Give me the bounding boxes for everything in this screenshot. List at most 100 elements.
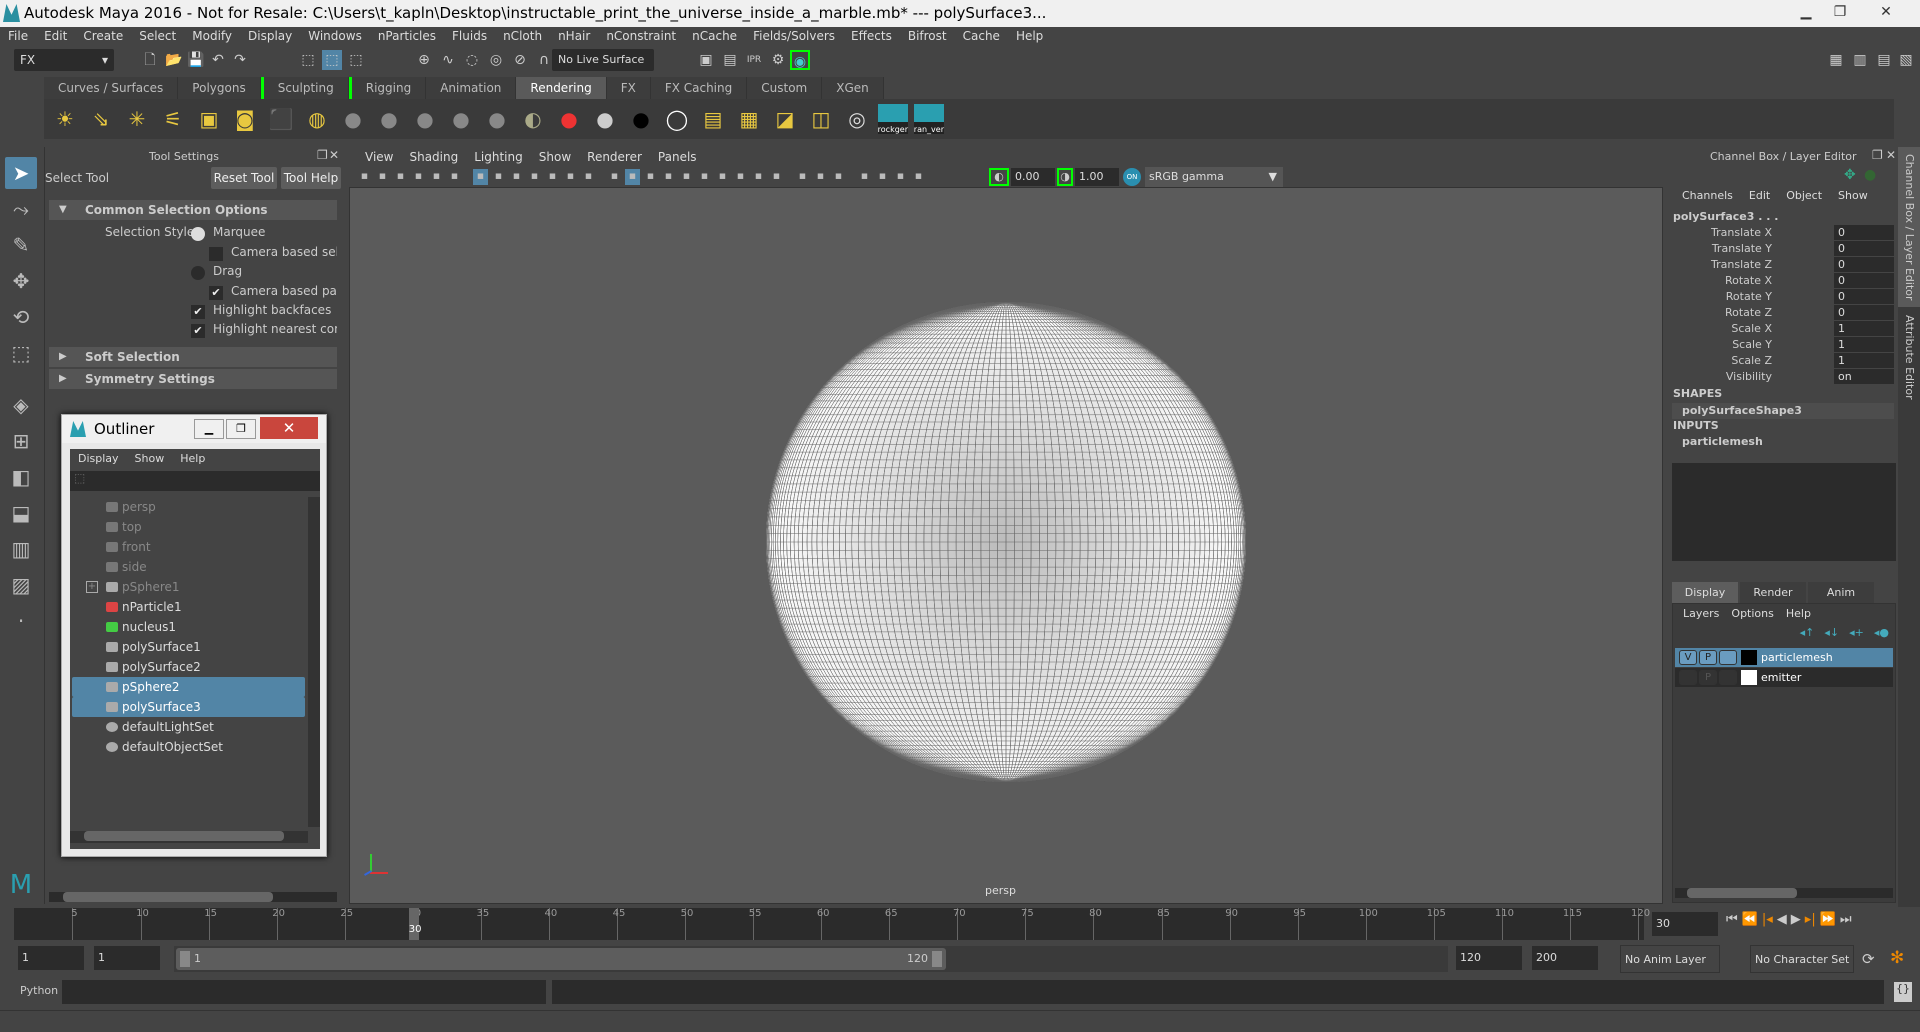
channel-menu-channels[interactable]: Channels bbox=[1674, 189, 1741, 202]
menu-nhair[interactable]: nHair bbox=[550, 27, 598, 46]
wireframe-icon[interactable]: ▪ bbox=[607, 169, 622, 185]
close-panel-icon[interactable]: ✕ bbox=[329, 148, 339, 162]
field-chart-icon[interactable]: ▪ bbox=[545, 169, 560, 185]
ambient-light-icon[interactable]: ☀ bbox=[50, 104, 80, 134]
menu-file[interactable]: File bbox=[0, 27, 36, 46]
attribute-editor-toggle-icon[interactable]: ▧ bbox=[1896, 50, 1916, 70]
textured-icon[interactable]: ▪ bbox=[661, 169, 676, 185]
wireframe-sphere[interactable] bbox=[350, 188, 1662, 903]
shelf-button-rockger[interactable]: rockger bbox=[878, 104, 908, 134]
lasso-tool-icon[interactable]: ⤳ bbox=[5, 193, 37, 225]
character-set-dropdown[interactable]: No Character Set bbox=[1750, 945, 1854, 973]
camera-based-selection-checkbox[interactable] bbox=[209, 247, 223, 261]
snap-point-icon[interactable]: ◌ bbox=[462, 50, 482, 70]
menu-help[interactable]: Help bbox=[1008, 27, 1051, 46]
menu-ncloth[interactable]: nCloth bbox=[495, 27, 550, 46]
layer-tab-render[interactable]: Render bbox=[1740, 582, 1806, 603]
anim-layer-dropdown[interactable]: No Anim Layer bbox=[1620, 945, 1720, 973]
outliner-item[interactable]: polySurface2 bbox=[72, 657, 305, 677]
ipr-icon[interactable]: IPR bbox=[744, 50, 764, 70]
layer-menu-help[interactable]: Help bbox=[1780, 604, 1817, 624]
select-component-icon[interactable]: ⬚ bbox=[346, 50, 366, 70]
marquee-radio[interactable] bbox=[191, 227, 205, 241]
resolution-gate-icon[interactable]: ▪ bbox=[509, 169, 524, 185]
workspace-icon[interactable]: ▦ bbox=[1826, 50, 1846, 70]
horizontal-scrollbar[interactable] bbox=[70, 831, 308, 843]
script-editor-icon[interactable]: {} bbox=[1894, 982, 1912, 1002]
outliner-item[interactable]: defaultLightSet bbox=[72, 717, 305, 737]
menu-create[interactable]: Create bbox=[75, 27, 131, 46]
layer-color-swatch[interactable] bbox=[1741, 650, 1757, 665]
attribute-value[interactable]: 0 bbox=[1834, 241, 1894, 256]
outliner-menu-help[interactable]: Help bbox=[172, 449, 213, 469]
tab-rigging[interactable]: Rigging bbox=[348, 77, 427, 99]
range-start-handle[interactable] bbox=[180, 951, 190, 967]
layer-playback-toggle[interactable]: P bbox=[1699, 650, 1717, 665]
go-to-start-icon[interactable]: ⏮ bbox=[1726, 912, 1738, 927]
menu-modify[interactable]: Modify bbox=[184, 27, 240, 46]
snap-surface-icon[interactable]: ⊘ bbox=[510, 50, 530, 70]
close-panel-icon[interactable]: ✕ bbox=[1886, 148, 1896, 162]
layer-name[interactable]: particlemesh bbox=[1761, 648, 1833, 667]
open-scene-icon[interactable]: 📂 bbox=[164, 50, 184, 70]
close-button[interactable]: ✕ bbox=[260, 417, 318, 439]
layer-row[interactable]: V Pparticlemesh bbox=[1675, 648, 1893, 667]
attribute-value[interactable]: on bbox=[1834, 369, 1894, 384]
menu-display[interactable]: Display bbox=[240, 27, 300, 46]
viewport-menu-shading[interactable]: Shading bbox=[401, 147, 466, 167]
tab-channel-box[interactable]: Channel Box / Layer Editor bbox=[1898, 147, 1920, 307]
render-current-icon[interactable]: ▤ bbox=[720, 50, 740, 70]
depth-of-field-icon[interactable]: ▪ bbox=[769, 169, 784, 185]
blinn-icon[interactable]: ● bbox=[338, 104, 368, 134]
outliner-item[interactable]: + pSphere1 bbox=[72, 577, 305, 597]
layer-menu-options[interactable]: Options bbox=[1725, 604, 1779, 624]
surface-shader-white-icon[interactable]: ● bbox=[590, 104, 620, 134]
current-frame-field[interactable]: 30 bbox=[1652, 912, 1718, 936]
channel-attribute[interactable]: Scale Y 1 bbox=[1668, 337, 1898, 353]
step-back-icon[interactable]: ⏪ bbox=[1742, 912, 1758, 927]
layer-playback-toggle[interactable]: P bbox=[1699, 670, 1717, 685]
gate-mask-icon[interactable]: ▪ bbox=[527, 169, 542, 185]
attribute-value[interactable]: 1 bbox=[1834, 337, 1894, 352]
hud-icon[interactable]: ▪ bbox=[911, 169, 926, 185]
scale-tool-icon[interactable]: ⬚ bbox=[5, 337, 37, 369]
outliner-item[interactable]: pSphere2 bbox=[72, 677, 305, 697]
channel-attribute[interactable]: Translate X 0 bbox=[1668, 225, 1898, 241]
rotate-tool-icon[interactable]: ⟲ bbox=[5, 301, 37, 333]
attribute-value[interactable]: 0 bbox=[1834, 225, 1894, 240]
soft-selection-section[interactable]: ▶ Soft Selection bbox=[49, 347, 337, 367]
menu-edit[interactable]: Edit bbox=[36, 27, 75, 46]
frame-all-icon[interactable]: ▪ bbox=[875, 169, 890, 185]
viewport-menu-renderer[interactable]: Renderer bbox=[579, 147, 650, 167]
menu-select[interactable]: Select bbox=[131, 27, 184, 46]
xray-joints-icon[interactable]: ▪ bbox=[813, 169, 828, 185]
new-layer-icon[interactable]: ◂+ bbox=[1849, 626, 1864, 639]
shape-item[interactable]: polySurfaceShape3 bbox=[1672, 403, 1894, 419]
single-perspective-layout-icon[interactable]: ◈ bbox=[5, 389, 37, 421]
surface-shader-black-icon[interactable]: ● bbox=[626, 104, 656, 134]
tab-curves-surfaces[interactable]: Curves / Surfaces bbox=[44, 77, 179, 99]
phong-icon[interactable]: ● bbox=[410, 104, 440, 134]
safe-title-icon[interactable]: ▪ bbox=[581, 169, 596, 185]
layer-tab-anim[interactable]: Anim bbox=[1808, 582, 1874, 603]
animation-end-field[interactable]: 200 bbox=[1532, 946, 1598, 970]
frame-selection-icon[interactable]: ▪ bbox=[893, 169, 908, 185]
ambient-occlusion-icon[interactable]: ▪ bbox=[715, 169, 730, 185]
attribute-value[interactable]: 0 bbox=[1834, 257, 1894, 272]
float-panel-icon[interactable]: ❐ bbox=[317, 148, 328, 162]
channel-box-toggle-icon[interactable]: ▤ bbox=[1874, 50, 1894, 70]
shadows-icon[interactable]: ▪ bbox=[697, 169, 712, 185]
xray-icon[interactable]: ▪ bbox=[795, 169, 810, 185]
maximize-button[interactable]: ❐ bbox=[226, 419, 256, 439]
motion-blur-icon[interactable]: ▪ bbox=[733, 169, 748, 185]
tab-attribute-editor[interactable]: Attribute Editor bbox=[1898, 309, 1920, 405]
render-settings-icon[interactable]: ◎ bbox=[842, 104, 872, 134]
safe-action-icon[interactable]: ▪ bbox=[563, 169, 578, 185]
point-light-icon[interactable]: ✳ bbox=[122, 104, 152, 134]
horizontal-scrollbar[interactable] bbox=[1675, 888, 1893, 898]
more-layouts-icon[interactable]: · bbox=[5, 605, 37, 637]
move-layer-up-icon[interactable]: ◂↑ bbox=[1800, 626, 1815, 639]
range-end-handle[interactable] bbox=[932, 951, 942, 967]
channel-menu-show[interactable]: Show bbox=[1830, 189, 1876, 202]
outliner-item[interactable]: top bbox=[72, 517, 305, 537]
